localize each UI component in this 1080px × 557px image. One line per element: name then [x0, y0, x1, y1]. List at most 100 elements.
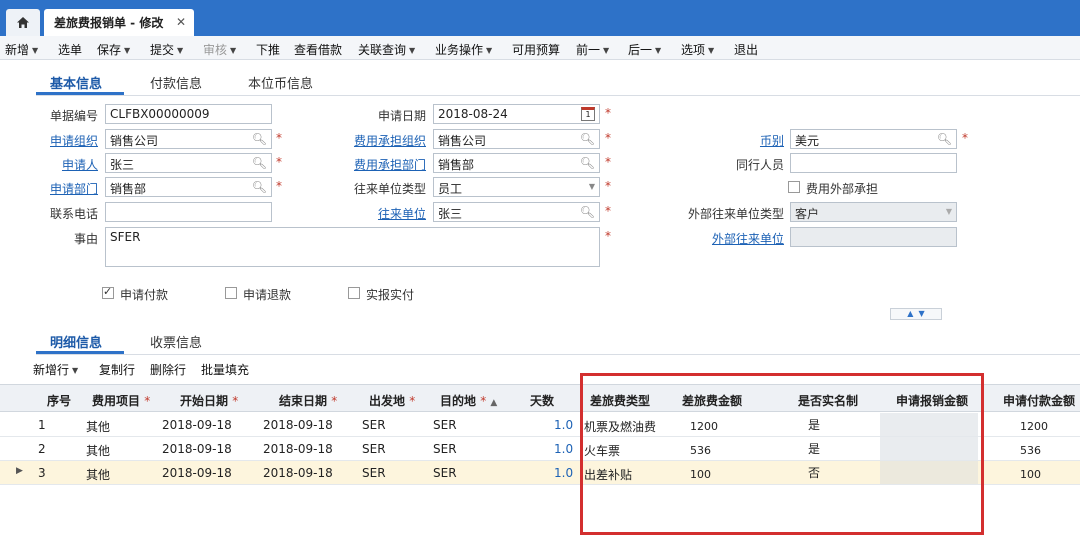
- apply-date-field[interactable]: 2018-08-24 1: [433, 104, 600, 124]
- apply-refund-label: 申请退款: [243, 288, 292, 302]
- contact-unit-label[interactable]: 往来单位: [340, 205, 426, 222]
- cell-days[interactable]: 1.0: [554, 418, 573, 432]
- collapse-expand-button[interactable]: ▲ ▼: [890, 308, 942, 320]
- tab-payment-info[interactable]: 付款信息: [150, 73, 202, 92]
- toolbar-new-button[interactable]: 新增 ▼: [5, 41, 38, 58]
- cell-item[interactable]: 其他: [86, 442, 110, 459]
- tab-invoice-info[interactable]: 收票信息: [150, 332, 202, 351]
- search-icon[interactable]: 🔍︎: [937, 132, 952, 146]
- cell-to[interactable]: SER: [433, 418, 457, 432]
- cell-days[interactable]: 1.0: [554, 466, 573, 480]
- home-tab[interactable]: [6, 9, 40, 36]
- cell-start[interactable]: 2018-09-18: [162, 418, 232, 432]
- search-icon[interactable]: 🔍︎: [580, 205, 595, 219]
- sort-ascending-icon[interactable]: ▲: [490, 398, 497, 408]
- col-destination[interactable]: 目的地 * ▲: [440, 392, 497, 409]
- apply-dept-label[interactable]: 申请部门: [50, 180, 98, 197]
- cell-pay[interactable]: 536: [1020, 444, 1041, 457]
- cost-org-label[interactable]: 费用承担组织: [340, 132, 426, 149]
- cell-start[interactable]: 2018-09-18: [162, 466, 232, 480]
- toolbar-view-loan-button[interactable]: 查看借款: [294, 41, 342, 58]
- apply-org-field[interactable]: 销售公司 🔍︎: [105, 129, 272, 149]
- calendar-icon[interactable]: 1: [581, 107, 595, 121]
- ext-contact-type-select[interactable]: 客户 ▼: [790, 202, 957, 222]
- applicant-field[interactable]: 张三 🔍︎: [105, 153, 272, 173]
- search-icon[interactable]: 🔍︎: [252, 156, 267, 170]
- add-row-button[interactable]: 新增行 ▼: [33, 361, 78, 378]
- row-pointer-icon: ▶: [16, 466, 23, 476]
- toolbar-budget-button[interactable]: 可用预算: [512, 41, 560, 58]
- cell-end[interactable]: 2018-09-18: [263, 418, 333, 432]
- doc-no-field[interactable]: CLFBX00000009: [105, 104, 272, 124]
- cell-item[interactable]: 其他: [86, 466, 110, 483]
- tab-detail-info[interactable]: 明细信息: [50, 332, 102, 351]
- search-icon[interactable]: 🔍︎: [580, 132, 595, 146]
- col-start-date[interactable]: 开始日期 *: [180, 392, 238, 409]
- apply-refund-checkbox[interactable]: [225, 287, 237, 299]
- reason-textarea[interactable]: SFER: [105, 227, 600, 267]
- cost-dept-label[interactable]: 费用承担部门: [340, 156, 426, 173]
- phone-field[interactable]: [105, 202, 272, 222]
- toolbar-next-button[interactable]: 后一 ▼: [628, 41, 661, 58]
- applicant-label[interactable]: 申请人: [50, 156, 98, 173]
- col-pay-amount[interactable]: 申请付款金额: [1003, 392, 1075, 409]
- cell-from[interactable]: SER: [362, 442, 386, 456]
- search-icon[interactable]: 🔍︎: [252, 180, 267, 194]
- cell-end[interactable]: 2018-09-18: [263, 466, 333, 480]
- search-icon[interactable]: 🔍︎: [252, 132, 267, 146]
- toolbar-submit-button[interactable]: 提交 ▼: [150, 41, 183, 58]
- toolbar-previous-button[interactable]: 前一 ▼: [576, 41, 609, 58]
- external-cost-checkbox[interactable]: [788, 181, 800, 193]
- col-departure[interactable]: 出发地 *: [369, 392, 415, 409]
- cell-end[interactable]: 2018-09-18: [263, 442, 333, 456]
- external-cost-label: 费用外部承担: [806, 182, 879, 196]
- cell-to[interactable]: SER: [433, 442, 457, 456]
- cell-from[interactable]: SER: [362, 418, 386, 432]
- chevron-down-icon: ▼: [409, 46, 416, 55]
- toolbar-audit-button[interactable]: 审核 ▼: [203, 41, 236, 58]
- close-tab-icon[interactable]: ✕: [176, 15, 186, 29]
- batch-fill-button[interactable]: 批量填充: [201, 361, 249, 378]
- col-seq[interactable]: 序号: [47, 392, 71, 409]
- cell-pay[interactable]: 100: [1020, 468, 1041, 481]
- document-tab[interactable]: 差旅费报销单 - 修改 ✕: [44, 9, 194, 36]
- cell-item[interactable]: 其他: [86, 418, 110, 435]
- toolbar-select-button[interactable]: 选单: [58, 41, 82, 58]
- col-days[interactable]: 天数: [530, 392, 554, 409]
- actual-pay-checkbox[interactable]: [348, 287, 360, 299]
- apply-org-label[interactable]: 申请组织: [50, 132, 98, 149]
- tab-basic-info[interactable]: 基本信息: [50, 73, 102, 92]
- copy-row-button[interactable]: 复制行: [99, 361, 135, 378]
- currency-field[interactable]: 美元 🔍︎: [790, 129, 957, 149]
- chevron-down-icon[interactable]: ▼: [589, 182, 595, 191]
- cost-org-field[interactable]: 销售公司 🔍︎: [433, 129, 600, 149]
- companion-field[interactable]: [790, 153, 957, 173]
- cell-pay[interactable]: 1200: [1020, 420, 1048, 433]
- toolbar-related-query-button[interactable]: 关联查询 ▼: [358, 41, 415, 58]
- apply-payment-checkbox[interactable]: [102, 285, 114, 299]
- document-tab-title: 差旅费报销单 - 修改: [54, 16, 164, 30]
- delete-row-button[interactable]: 删除行: [150, 361, 186, 378]
- ext-contact-unit-label[interactable]: 外部往来单位: [660, 230, 784, 247]
- search-icon[interactable]: 🔍︎: [580, 156, 595, 170]
- contact-type-select[interactable]: 员工 ▼: [433, 177, 600, 197]
- tab-local-currency[interactable]: 本位币信息: [248, 73, 313, 92]
- required-mark: *: [276, 155, 282, 169]
- contact-unit-field[interactable]: 张三 🔍︎: [433, 202, 600, 222]
- col-expense-item[interactable]: 费用项目 *: [92, 392, 150, 409]
- apply-dept-field[interactable]: 销售部 🔍︎: [105, 177, 272, 197]
- col-end-date[interactable]: 结束日期 *: [279, 392, 337, 409]
- toolbar-save-button[interactable]: 保存 ▼: [97, 41, 130, 58]
- cost-dept-field[interactable]: 销售部 🔍︎: [433, 153, 600, 173]
- cell-from[interactable]: SER: [362, 466, 386, 480]
- currency-label[interactable]: 币别: [720, 132, 784, 149]
- toolbar-business-ops-button[interactable]: 业务操作 ▼: [435, 41, 492, 58]
- cell-days[interactable]: 1.0: [554, 442, 573, 456]
- toolbar-options-button[interactable]: 选项 ▼: [681, 41, 714, 58]
- toolbar-exit-button[interactable]: 退出: [734, 41, 758, 58]
- ext-contact-unit-field[interactable]: [790, 227, 957, 247]
- actual-pay-label: 实报实付: [366, 288, 415, 302]
- cell-start[interactable]: 2018-09-18: [162, 442, 232, 456]
- toolbar-push-button[interactable]: 下推: [256, 41, 280, 58]
- cell-to[interactable]: SER: [433, 466, 457, 480]
